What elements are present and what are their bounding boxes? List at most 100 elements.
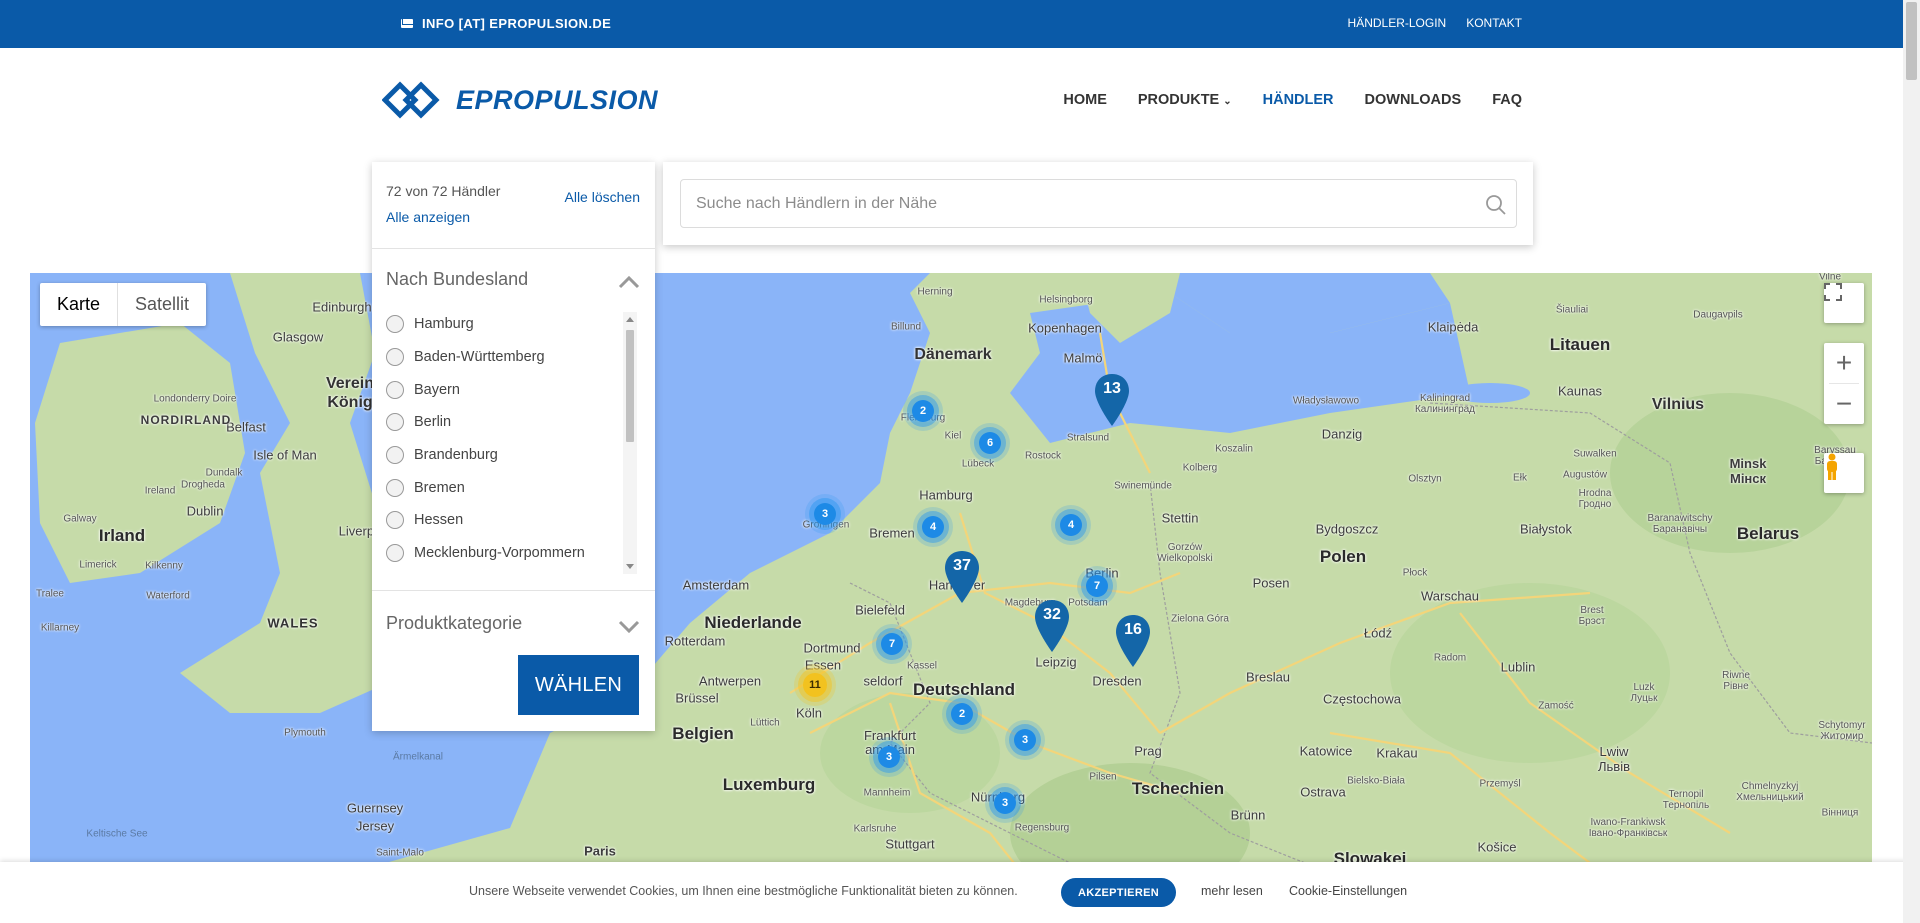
radio-button[interactable] xyxy=(386,315,404,334)
map-label: Galway xyxy=(63,513,97,525)
zoom-in-button[interactable]: + xyxy=(1824,343,1864,383)
zoom-out-button[interactable]: − xyxy=(1824,384,1864,424)
chevron-up-icon[interactable] xyxy=(618,275,640,289)
divider xyxy=(372,248,655,249)
dealer-cluster[interactable]: 3 xyxy=(994,792,1016,814)
dealer-pin[interactable]: 16 xyxy=(1114,613,1152,669)
fullscreen-button[interactable] xyxy=(1824,283,1864,323)
state-section-title[interactable]: Nach Bundesland xyxy=(386,269,528,290)
nav-dealers[interactable]: HÄNDLER xyxy=(1263,92,1334,108)
dealer-cluster[interactable]: 2 xyxy=(951,703,973,725)
map-label: Keltische See xyxy=(86,828,148,840)
dealer-cluster[interactable]: 2 xyxy=(912,400,934,422)
map-label: Pilsen xyxy=(1089,771,1117,783)
dealer-cluster[interactable]: 3 xyxy=(1014,729,1036,751)
map-label: Olsztyn xyxy=(1408,473,1442,485)
map-label: Paris xyxy=(584,843,616,859)
scroll-up-icon[interactable] xyxy=(626,317,634,322)
map-label: Tschechien xyxy=(1131,779,1225,798)
dealer-pin[interactable]: 32 xyxy=(1033,598,1071,654)
map-label: Guernsey xyxy=(346,800,404,816)
dealer-map[interactable]: Edinburgh Glasgow Verein König Londonder… xyxy=(30,273,1872,923)
select-button[interactable]: WÄHLEN xyxy=(518,655,639,715)
map-label: Litauen xyxy=(1549,335,1611,354)
cookie-settings-link[interactable]: Cookie-Einstellungen xyxy=(1289,884,1407,898)
state-option[interactable]: Bremen xyxy=(386,471,626,504)
map-label: Dresden xyxy=(1092,673,1142,689)
map-label: Prag xyxy=(1134,743,1162,759)
radio-button[interactable] xyxy=(386,446,404,465)
dealer-pin[interactable]: 13 xyxy=(1093,372,1131,428)
dealer-cluster[interactable]: 11 xyxy=(803,673,827,697)
scroll-thumb[interactable] xyxy=(626,330,634,442)
dealer-pin[interactable]: 37 xyxy=(943,549,981,605)
clear-all-link[interactable]: Alle löschen xyxy=(565,189,641,205)
read-more-link[interactable]: mehr lesen xyxy=(1201,884,1263,898)
state-option[interactable]: Baden-Württemberg xyxy=(386,341,626,374)
map-label: Herning xyxy=(917,286,953,298)
dealer-cluster[interactable]: 3 xyxy=(814,503,836,525)
nav-home[interactable]: HOME xyxy=(1063,92,1107,108)
radio-button[interactable] xyxy=(386,348,404,367)
street-view-button[interactable] xyxy=(1824,453,1864,493)
dealer-cluster[interactable]: 7 xyxy=(881,633,903,655)
nav-products[interactable]: PRODUKTE ⌄ xyxy=(1138,92,1232,108)
dealer-login-link[interactable]: HÄNDLER-LOGIN xyxy=(1348,16,1447,30)
dealer-cluster[interactable]: 7 xyxy=(1086,575,1108,597)
dealer-cluster[interactable]: 6 xyxy=(979,432,1001,454)
map-label: Przemyśl xyxy=(1479,778,1521,790)
state-label: Hessen xyxy=(414,512,464,529)
map-label: Saint-Malo xyxy=(376,847,424,859)
state-option[interactable]: Hamburg xyxy=(386,308,626,341)
logo-mark-icon xyxy=(382,81,440,119)
top-links: HÄNDLER-LOGIN KONTAKT xyxy=(1348,16,1522,30)
radio-button[interactable] xyxy=(386,511,404,530)
dealer-count: 72 von 72 Händler xyxy=(386,183,501,199)
pin-count: 32 xyxy=(1043,606,1061,623)
pin-count: 13 xyxy=(1103,380,1121,397)
accept-cookies-button[interactable]: AKZEPTIEREN xyxy=(1061,878,1176,907)
state-option[interactable]: Berlin xyxy=(386,406,626,439)
radio-button[interactable] xyxy=(386,544,404,563)
state-option[interactable]: Bayern xyxy=(386,373,626,406)
state-option[interactable]: Hessen xyxy=(386,504,626,537)
dealer-search-input[interactable] xyxy=(680,179,1517,228)
search-icon[interactable] xyxy=(1485,194,1507,216)
radio-button[interactable] xyxy=(386,380,404,399)
map-label: Ärmelkanal xyxy=(392,751,444,763)
nav-downloads[interactable]: DOWNLOADS xyxy=(1365,92,1462,108)
scroll-down-icon[interactable] xyxy=(626,564,634,569)
radio-button[interactable] xyxy=(386,413,404,432)
contact-email[interactable]: INFO [AT] EPROPULSION.DE xyxy=(401,16,611,31)
map-label: Waterford xyxy=(146,590,190,602)
logo[interactable]: EPROPULSION xyxy=(382,80,658,120)
chevron-down-icon[interactable] xyxy=(618,619,640,633)
map-label: Edinburgh xyxy=(312,299,372,315)
dealer-cluster[interactable]: 4 xyxy=(1060,514,1082,536)
pin-count: 16 xyxy=(1124,621,1142,638)
show-all-link[interactable]: Alle anzeigen xyxy=(386,209,470,225)
page-scrollbar[interactable] xyxy=(1903,0,1920,923)
nav-faq[interactable]: FAQ xyxy=(1492,92,1522,108)
map-label: Warschau xyxy=(1420,588,1480,604)
map-type-map-button[interactable]: Karte xyxy=(40,283,119,326)
map-label: Stettin xyxy=(1161,510,1199,526)
map-label: Katowice xyxy=(1299,743,1353,759)
dealer-cluster[interactable]: 3 xyxy=(878,746,900,768)
map-label: Radom xyxy=(1433,652,1467,664)
radio-button[interactable] xyxy=(386,478,404,497)
state-option[interactable]: Brandenburg xyxy=(386,439,626,472)
contact-link[interactable]: KONTAKT xyxy=(1466,16,1522,30)
dealer-cluster[interactable]: 4 xyxy=(922,516,944,538)
category-section-title[interactable]: Produktkategorie xyxy=(386,613,522,634)
map-label: Częstochowa xyxy=(1322,691,1402,707)
zoom-control: + − xyxy=(1824,343,1864,424)
page-scroll-thumb[interactable] xyxy=(1906,2,1917,80)
map-label: Kaunas xyxy=(1557,383,1603,399)
map-label: Brest Брэст xyxy=(1578,605,1606,627)
map-type-satellite-button[interactable]: Satellit xyxy=(118,283,206,326)
state-option[interactable]: Mecklenburg-Vorpommern xyxy=(386,537,626,570)
state-list-scrollbar[interactable] xyxy=(623,312,637,574)
map-label: Władysławowo xyxy=(1292,395,1360,407)
map-label: Brüssel xyxy=(675,690,719,706)
